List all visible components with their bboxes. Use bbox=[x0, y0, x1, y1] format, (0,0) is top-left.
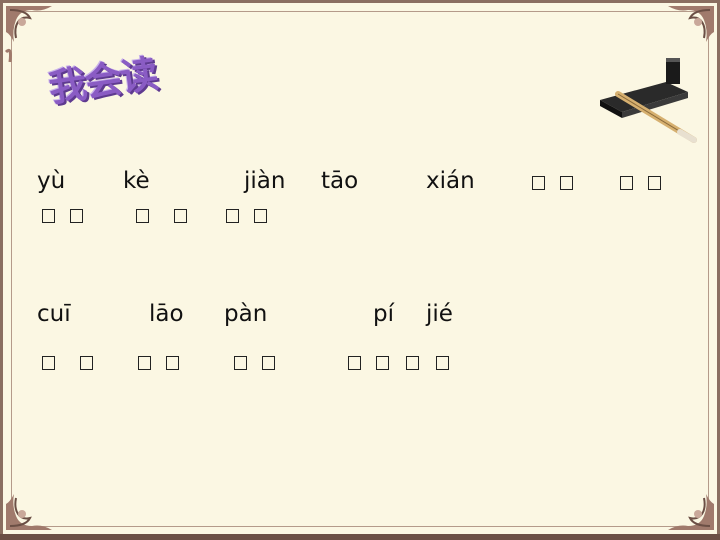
hanzi-placeholder bbox=[648, 176, 661, 190]
hanzi-placeholder bbox=[406, 356, 419, 370]
hanzi-placeholder bbox=[80, 356, 93, 370]
hanzi-placeholder bbox=[166, 356, 179, 370]
hanzi-placeholder bbox=[234, 356, 247, 370]
pinyin-9: pí bbox=[373, 301, 394, 327]
hanzi-placeholder bbox=[436, 356, 449, 370]
brush-inkstone-icon bbox=[600, 58, 697, 143]
hanzi-placeholder bbox=[376, 356, 389, 370]
pinyin-7: lāo bbox=[149, 301, 184, 327]
title-text: 我会读 bbox=[45, 51, 160, 111]
pinyin-5: xián bbox=[426, 168, 475, 194]
hanzi-placeholder bbox=[532, 176, 545, 190]
pinyin-2: kè bbox=[123, 168, 150, 194]
pinyin-3: jiàn bbox=[244, 168, 286, 194]
hanzi-placeholder bbox=[136, 209, 149, 223]
corner-ornament-icon bbox=[668, 494, 714, 530]
hanzi-placeholder bbox=[226, 209, 239, 223]
hanzi-placeholder bbox=[138, 356, 151, 370]
hanzi-placeholder bbox=[348, 356, 361, 370]
hanzi-placeholder bbox=[70, 209, 83, 223]
pinyin-4: tāo bbox=[321, 168, 359, 194]
hanzi-placeholder bbox=[42, 209, 55, 223]
pinyin-10: jié bbox=[426, 301, 453, 327]
hanzi-placeholder bbox=[262, 356, 275, 370]
slide-title: 我会读 bbox=[40, 38, 180, 118]
hanzi-placeholder bbox=[620, 176, 633, 190]
bottom-band bbox=[0, 534, 720, 540]
hanzi-placeholder bbox=[254, 209, 267, 223]
corner-ornament-icon bbox=[6, 494, 52, 530]
hanzi-placeholder bbox=[560, 176, 573, 190]
pinyin-8: pàn bbox=[224, 301, 268, 327]
hanzi-placeholder bbox=[42, 356, 55, 370]
hanzi-placeholder bbox=[174, 209, 187, 223]
pinyin-1: yù bbox=[37, 168, 66, 194]
pinyin-6: cuī bbox=[37, 301, 71, 327]
